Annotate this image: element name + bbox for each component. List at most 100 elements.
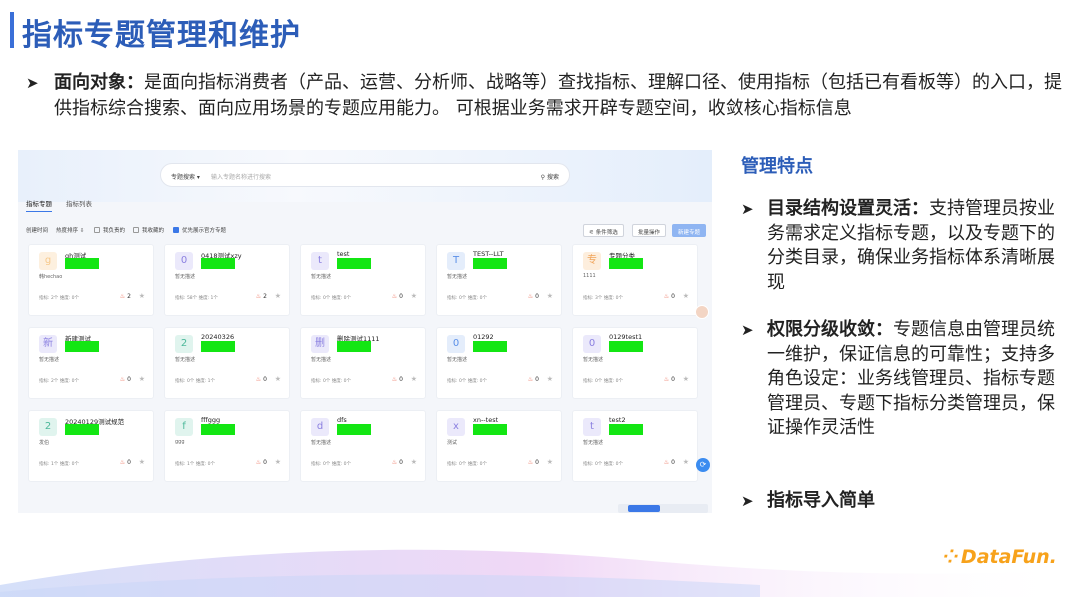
topic-description: 发伯 — [39, 440, 50, 446]
star-icon[interactable]: ★ — [683, 375, 689, 383]
topic-card[interactable]: f fffggg ggg 指标: 1个 维度: 0个 ♨ 0 ★ — [164, 410, 290, 482]
topic-card[interactable]: g gh测试 韩hechao 指标: 2个 维度: 0个 ♨ 2 ★ — [28, 244, 154, 316]
topic-hot: ♨ 0 — [663, 459, 675, 466]
refresh-icon[interactable]: ⟳ — [696, 458, 710, 472]
topic-card[interactable]: 2 20240326 暂无描述 指标: 0个 维度: 1个 ♨ 0 ★ — [164, 327, 290, 399]
topic-avatar: 专 — [583, 252, 601, 270]
topic-hot: ♨ 0 — [663, 293, 675, 300]
topic-hot: ♨ 0 — [527, 376, 539, 383]
fire-icon: ♨ — [663, 459, 670, 466]
arrow-bullet-icon: ➤ — [26, 74, 39, 92]
star-icon[interactable]: ★ — [411, 292, 417, 300]
redaction-box — [609, 424, 643, 435]
topic-card[interactable]: d dfs 暂无描述 指标: 0个 维度: 0个 ♨ 0 ★ — [300, 410, 426, 482]
arrow-bullet-icon: ➤ — [741, 200, 754, 218]
intro-label: 面向对象： — [54, 72, 144, 93]
topic-card[interactable]: T TEST--LLT 暂无描述 指标: 0个 维度: 0个 ♨ 0 ★ — [436, 244, 562, 316]
topic-name[interactable]: test — [337, 250, 349, 258]
side-item-2: ➤ 权限分级收敛：专题信息由管理员统一维护，保证信息的可靠性；支持多角色设定：业… — [741, 318, 1061, 441]
sort-by-time[interactable]: 创建时间 — [26, 226, 48, 234]
topic-stats: 指标: 58个 维度: 1个 — [175, 296, 218, 301]
topic-card[interactable]: 0 0129test1 暂无描述 指标: 0个 维度: 0个 ♨ 0 ★ — [572, 327, 698, 399]
fire-icon: ♨ — [391, 293, 398, 300]
star-icon[interactable]: ★ — [139, 292, 145, 300]
filter-mine[interactable]: 我负责的 — [94, 226, 125, 234]
topic-avatar: g — [39, 252, 57, 270]
topic-name[interactable]: dfs — [337, 416, 347, 424]
star-icon[interactable]: ★ — [547, 458, 553, 466]
topic-avatar: f — [175, 418, 193, 436]
redaction-box — [473, 424, 507, 435]
topic-hot: ♨ 0 — [255, 376, 267, 383]
topic-hot: ♨ 0 — [119, 376, 131, 383]
star-icon[interactable]: ★ — [547, 375, 553, 383]
fire-icon: ♨ — [391, 376, 398, 383]
search-input[interactable]: 输入专题名称进行搜索 — [211, 172, 271, 181]
fire-icon: ♨ — [255, 293, 262, 300]
topic-hot: ♨ 2 — [255, 293, 267, 300]
topic-card[interactable]: 新新建测试 暂无描述 指标: 2个 维度: 0个 ♨ 0 ★ — [28, 327, 154, 399]
batch-operation-button[interactable]: 批量操作 — [632, 224, 667, 237]
topic-name[interactable]: test2 — [609, 416, 626, 424]
search-button[interactable]: ⚲ 搜索 — [541, 172, 559, 181]
fire-icon: ♨ — [663, 376, 670, 383]
tab-metrics-list[interactable]: 指标列表 — [66, 198, 92, 208]
star-icon[interactable]: ★ — [275, 375, 281, 383]
star-icon[interactable]: ★ — [683, 458, 689, 466]
topic-stats: 指标: 0个 维度: 0个 — [583, 462, 624, 467]
topic-avatar: t — [311, 252, 329, 270]
topic-card[interactable]: 删删除测试1111 暂无描述 指标: 0个 维度: 0个 ♨ 0 ★ — [300, 327, 426, 399]
redaction-box — [201, 424, 235, 435]
topic-card[interactable]: t test2 暂无描述 指标: 0个 维度: 0个 ♨ 0 ★ — [572, 410, 698, 482]
star-icon[interactable]: ★ — [683, 292, 689, 300]
topic-stats: 指标: 1个 维度: 0个 — [39, 462, 80, 467]
redaction-box — [473, 341, 507, 352]
condition-filter-button[interactable]: ⚟ 条件筛选 — [583, 224, 624, 237]
topic-name[interactable]: TEST--LLT — [473, 250, 504, 258]
topic-card[interactable]: x xn--test 测试 指标: 0个 维度: 0个 ♨ 0 ★ — [436, 410, 562, 482]
topic-stats: 指标: 0个 维度: 0个 — [447, 379, 488, 384]
star-icon[interactable]: ★ — [139, 375, 145, 383]
filter-favorites[interactable]: 我收藏的 — [133, 226, 164, 234]
topic-description: 暂无描述 — [311, 440, 332, 446]
checkbox-icon — [94, 227, 100, 233]
topic-description: 1111 — [583, 273, 596, 279]
intro-text: 是面向指标消费者（产品、运营、分析师、战略等）查找指标、理解口径、使用指标（包括… — [54, 72, 1062, 119]
topic-name[interactable]: xn--test — [473, 416, 498, 424]
topic-description: 暂无描述 — [583, 357, 604, 363]
topic-card[interactable]: 0 0418测试xzy 暂无描述 指标: 58个 维度: 1个 ♨ 2 ★ — [164, 244, 290, 316]
search-type-select[interactable]: 专题搜索 ▾ — [171, 172, 200, 181]
topic-stats: 指标: 2个 维度: 0个 — [39, 379, 80, 384]
star-icon[interactable]: ★ — [275, 458, 281, 466]
search-bar[interactable]: 专题搜索 ▾ 输入专题名称进行搜索 ⚲ 搜索 — [160, 163, 570, 187]
topic-card[interactable]: 专专题分类 1111 指标: 3个 维度: 0个 ♨ 0 ★ — [572, 244, 698, 316]
star-icon[interactable]: ★ — [411, 458, 417, 466]
topic-name[interactable]: 01292 — [473, 333, 494, 341]
fire-icon: ♨ — [255, 459, 262, 466]
new-topic-button[interactable]: 新建专题 — [672, 224, 707, 237]
tab-topics[interactable]: 指标专题 — [26, 198, 52, 212]
topic-description: 暂无描述 — [175, 357, 196, 363]
redaction-box — [337, 258, 371, 269]
topic-stats: 指标: 0个 维度: 0个 — [311, 462, 352, 467]
star-icon[interactable]: ★ — [411, 375, 417, 383]
decorative-wave — [0, 549, 1080, 597]
filter-official[interactable]: 优先展示官方专题 — [173, 226, 226, 234]
topic-card[interactable]: t test 暂无描述 指标: 0个 维度: 0个 ♨ 0 ★ — [300, 244, 426, 316]
fire-icon: ♨ — [119, 376, 126, 383]
sort-by-hot[interactable]: 热度排序 ⇩ — [56, 226, 84, 234]
star-icon[interactable]: ★ — [139, 458, 145, 466]
topic-avatar: 0 — [175, 252, 193, 270]
star-icon[interactable]: ★ — [275, 292, 281, 300]
topic-stats: 指标: 0个 维度: 0个 — [583, 379, 624, 384]
user-avatar[interactable] — [695, 305, 709, 319]
topic-card[interactable]: 2 20240129测试规范 发伯 指标: 1个 维度: 0个 ♨ 0 ★ — [28, 410, 154, 482]
star-icon[interactable]: ★ — [547, 292, 553, 300]
pagination-active[interactable] — [628, 505, 660, 512]
topic-name[interactable]: 20240326 — [201, 333, 234, 341]
topic-name[interactable]: 0129test1 — [609, 333, 642, 341]
topic-name[interactable]: fffggg — [201, 416, 220, 424]
topic-card[interactable]: 0 01292 暂无描述 指标: 0个 维度: 0个 ♨ 0 ★ — [436, 327, 562, 399]
app-header: 专题搜索 ▾ 输入专题名称进行搜索 ⚲ 搜索 — [18, 150, 712, 202]
topic-avatar: x — [447, 418, 465, 436]
